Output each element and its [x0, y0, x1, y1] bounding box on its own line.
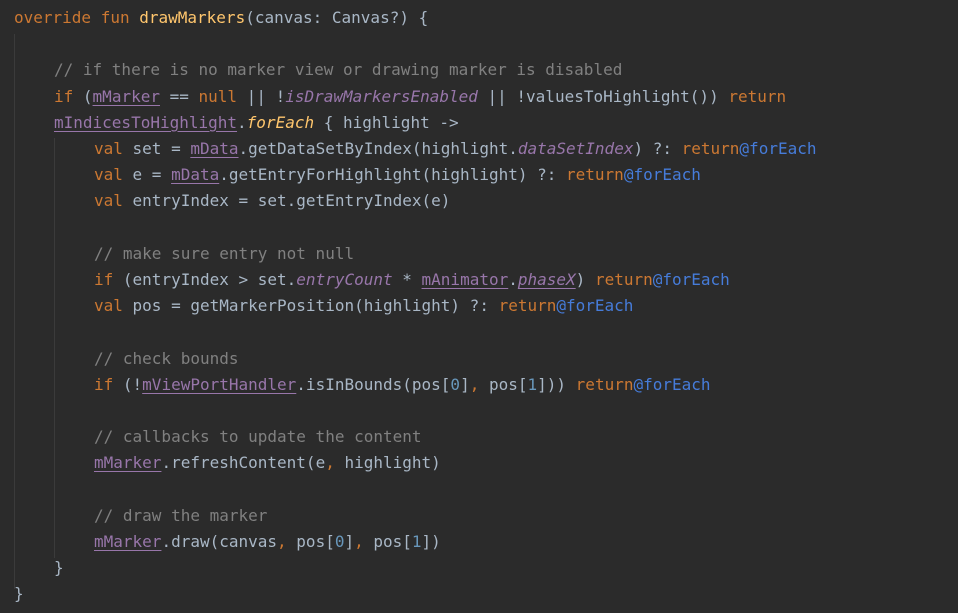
code-token: val — [94, 296, 133, 316]
code-token: return — [575, 374, 634, 394]
code-token: val — [94, 191, 133, 211]
code-token: pos[ — [296, 532, 335, 551]
code-token: || ! — [237, 86, 286, 106]
code-token: == — [159, 86, 199, 106]
code-token: mViewPortHandler — [142, 374, 297, 394]
code-token: .getEntryForHighlight(highlight) ?: — [219, 165, 567, 185]
code-token: return — [681, 139, 740, 158]
code-token: * — [392, 270, 422, 289]
code-line[interactable]: val entryIndex = set.getEntryIndex(e) — [94, 188, 450, 214]
code-token: dataSetIndex — [517, 139, 634, 158]
code-token: @forEach — [652, 270, 730, 289]
code-token: ] — [344, 532, 355, 551]
code-token: ( — [82, 86, 93, 106]
code-line[interactable]: mIndicesToHighlight.forEach { highlight … — [54, 110, 459, 136]
code-token: 0 — [450, 374, 461, 394]
code-token: entryIndex = set.getEntryIndex(e) — [132, 191, 451, 211]
code-line[interactable]: } — [14, 581, 24, 607]
code-token: mData — [190, 139, 239, 158]
code-token: isDrawMarkersEnabled — [285, 86, 478, 106]
code-token: if — [94, 374, 123, 394]
code-line[interactable]: } — [54, 555, 64, 581]
code-token: return — [728, 86, 787, 106]
code-token: .isInBounds(pos[ — [296, 374, 451, 394]
code-token: if — [54, 86, 83, 106]
code-line[interactable]: if (!mViewPortHandler.isInBounds(pos[0],… — [94, 372, 711, 398]
code-token: @forEach — [739, 139, 817, 158]
code-token: 1 — [527, 374, 538, 394]
code-token: . — [508, 270, 518, 289]
code-line[interactable]: val e = mData.getEntryForHighlight(highl… — [94, 162, 701, 188]
code-token: forEach — [246, 112, 315, 132]
code-line[interactable]: // check bounds — [94, 346, 239, 372]
code-line[interactable]: // callbacks to update the content — [94, 424, 422, 450]
code-token: return — [566, 165, 624, 185]
code-line[interactable]: val pos = getMarkerPosition(highlight) ?… — [94, 293, 633, 319]
code-token: override fun — [14, 8, 140, 27]
code-token: mAnimator — [421, 270, 509, 289]
code-token: } — [54, 558, 64, 578]
code-line[interactable]: // if there is no marker view or drawing… — [54, 57, 622, 83]
code-token: @forEach — [633, 374, 711, 394]
code-line[interactable]: if (entryIndex > set.entryCount * mAnima… — [94, 267, 730, 293]
code-token: pos[ — [373, 532, 412, 551]
code-token: ] — [460, 374, 470, 394]
code-token: mMarker — [94, 532, 162, 551]
code-token: ) ?: — [633, 139, 682, 158]
code-token: .getDataSetByIndex(highlight. — [238, 139, 518, 158]
code-token: @forEach — [556, 296, 634, 316]
code-token: { highlight -> — [314, 112, 459, 132]
code-line[interactable]: // draw the marker — [94, 503, 267, 529]
code-line[interactable]: // make sure entry not null — [94, 241, 354, 267]
code-token: , — [277, 532, 297, 551]
code-token: pos = getMarkerPosition(highlight) ?: — [132, 296, 499, 316]
code-token: // callbacks to update the content — [94, 427, 422, 447]
code-editor[interactable]: override fun drawMarkers(canvas: Canvas?… — [0, 0, 958, 613]
code-token: return — [498, 296, 557, 316]
code-token: mIndicesToHighlight — [54, 112, 238, 132]
code-line[interactable]: if (mMarker == null || !isDrawMarkersEna… — [54, 84, 786, 110]
code-token: highlight) — [344, 453, 441, 473]
indent-guide-inner — [54, 138, 55, 558]
code-token: e = — [132, 165, 172, 185]
code-token: // if there is no marker view or drawing… — [54, 60, 623, 80]
code-token: .refreshContent(e — [161, 453, 326, 473]
code-token: mData — [171, 165, 220, 185]
code-token: // make sure entry not null — [94, 243, 355, 263]
code-token: , — [354, 532, 374, 551]
code-token: , — [325, 453, 345, 473]
code-token: phaseX — [517, 270, 576, 289]
code-token: // check bounds — [94, 348, 239, 368]
code-token: @forEach — [623, 165, 701, 185]
code-token: null — [198, 86, 238, 106]
code-token: . — [237, 112, 247, 132]
code-line[interactable]: val set = mData.getDataSetByIndex(highli… — [94, 136, 816, 162]
code-token: (! — [122, 374, 143, 394]
code-token: val — [94, 165, 133, 185]
code-token: return — [594, 270, 653, 289]
code-token: ])) — [537, 374, 576, 394]
code-token: val — [94, 139, 133, 158]
code-token: .draw(canvas — [161, 532, 278, 551]
code-token: || !valuesToHighlight()) — [477, 86, 729, 106]
code-token: mMarker — [92, 86, 160, 106]
code-token: (canvas: Canvas?) { — [245, 8, 429, 27]
code-token: , — [469, 374, 489, 394]
code-token: ]) — [421, 532, 441, 551]
code-line[interactable]: mMarker.draw(canvas, pos[0], pos[1]) — [94, 529, 441, 555]
code-line[interactable]: mMarker.refreshContent(e, highlight) — [94, 450, 441, 476]
code-token: pos[ — [488, 374, 528, 394]
code-token: (entryIndex > set. — [122, 270, 297, 289]
code-token: 1 — [411, 532, 422, 551]
code-token: mMarker — [94, 453, 162, 473]
code-line[interactable]: override fun drawMarkers(canvas: Canvas?… — [14, 5, 428, 31]
code-token: drawMarkers — [139, 8, 246, 27]
code-token: } — [14, 584, 24, 604]
code-token: set = — [132, 139, 191, 158]
code-token: ) — [575, 270, 595, 289]
code-token: if — [94, 270, 123, 289]
code-token: entryCount — [296, 270, 393, 289]
indent-guide-outer — [14, 34, 15, 589]
code-token: // draw the marker — [94, 505, 268, 525]
